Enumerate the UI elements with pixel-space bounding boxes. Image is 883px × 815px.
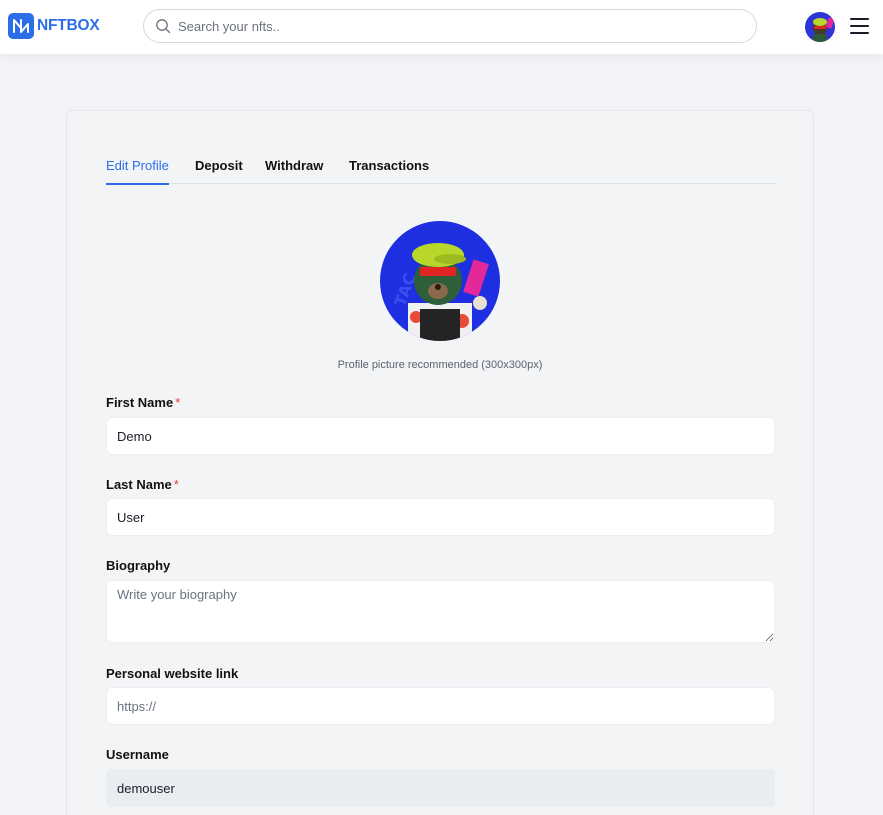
- biography-textarea[interactable]: [106, 580, 775, 643]
- tab-transactions[interactable]: Transactions: [349, 158, 429, 184]
- search-bar: [143, 9, 757, 43]
- user-avatar[interactable]: [805, 12, 835, 42]
- logo-text: NFTBOX: [37, 17, 100, 34]
- last-name-input[interactable]: [106, 498, 775, 536]
- profile-picture-upload[interactable]: TAC: [380, 221, 500, 341]
- search-icon: [156, 19, 171, 34]
- website-label: Personal website link: [106, 666, 239, 681]
- first-name-label: First Name *: [106, 395, 181, 410]
- profile-picture-image: TAC: [380, 221, 500, 341]
- tab-edit-profile[interactable]: Edit Profile: [106, 158, 169, 185]
- website-input[interactable]: [106, 687, 775, 725]
- profile-tabs: Edit Profile Deposit Withdraw Transactio…: [106, 158, 776, 185]
- biography-label: Biography: [106, 558, 171, 573]
- required-mark: *: [175, 395, 181, 410]
- top-header: NFTBOX: [0, 0, 883, 54]
- search-input[interactable]: [178, 10, 738, 42]
- profile-card: Edit Profile Deposit Withdraw Transactio…: [66, 110, 814, 815]
- brand-logo[interactable]: NFTBOX: [8, 13, 100, 39]
- tab-deposit[interactable]: Deposit: [195, 158, 243, 184]
- first-name-input[interactable]: [106, 417, 775, 455]
- last-name-label: Last Name *: [106, 477, 179, 492]
- required-mark: *: [173, 477, 179, 492]
- tab-withdraw[interactable]: Withdraw: [265, 158, 323, 184]
- hamburger-menu-icon[interactable]: [849, 16, 871, 36]
- logo-mark-icon: [8, 13, 34, 39]
- username-label: Username: [106, 747, 169, 762]
- profile-picture-hint: Profile picture recommended (300x300px): [337, 359, 543, 371]
- username-input[interactable]: [106, 769, 775, 807]
